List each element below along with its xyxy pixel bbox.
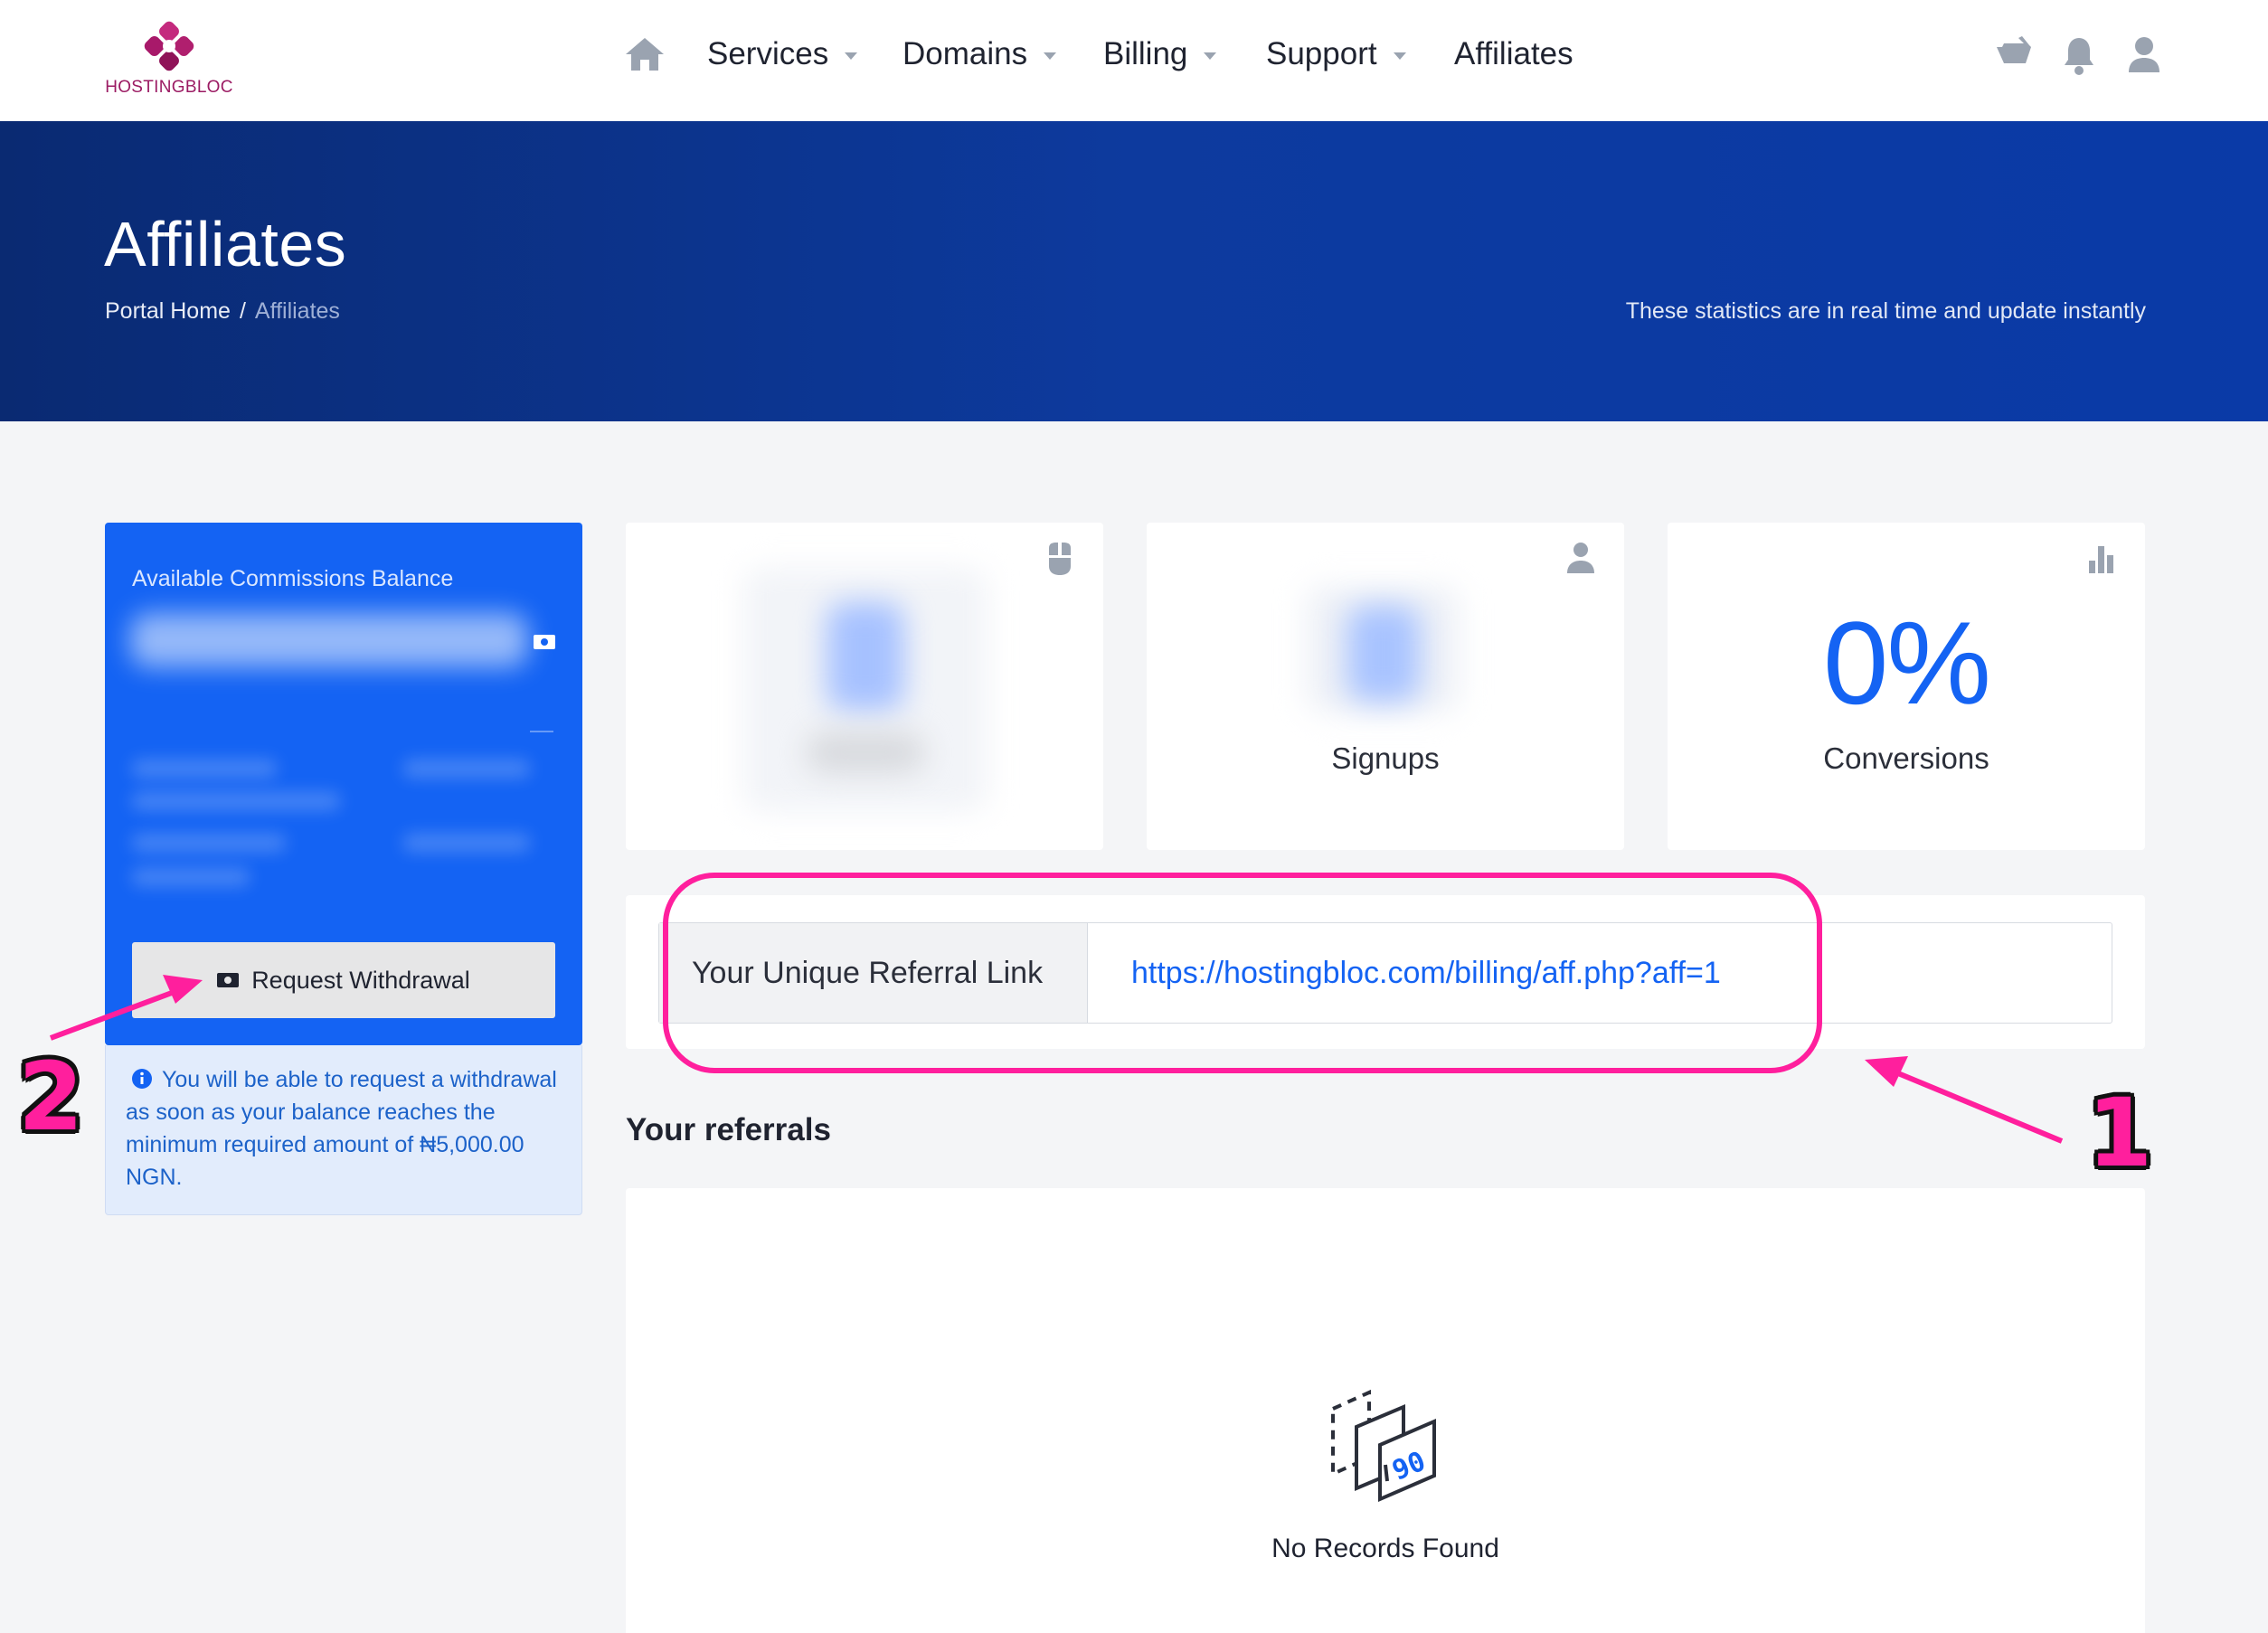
blurred-clicks-value xyxy=(827,602,904,711)
withdrawal-info-alert: You will be able to request a withdrawal… xyxy=(105,1045,582,1215)
chevron-down-icon xyxy=(1044,52,1057,60)
nav-billing-label: Billing xyxy=(1103,36,1188,71)
top-navbar: HOSTINGBLOC Services Domains Billing Sup… xyxy=(0,0,2268,121)
conversions-stat-card: 0% Conversions xyxy=(1668,523,2145,850)
nav-domains[interactable]: Domains xyxy=(902,33,1057,76)
clicks-stat-card xyxy=(626,523,1103,850)
chevron-down-icon xyxy=(1204,52,1217,60)
conversions-value: 0% xyxy=(1823,597,1991,729)
signups-stat-card: Signups xyxy=(1147,523,1624,850)
nav-support-label: Support xyxy=(1266,36,1377,71)
chevron-down-icon xyxy=(1393,52,1406,60)
breadcrumb-separator: / xyxy=(239,298,246,324)
blurred-signups-value xyxy=(1347,606,1420,702)
bell-icon[interactable] xyxy=(2062,34,2096,78)
request-withdrawal-label: Request Withdrawal xyxy=(251,966,470,994)
nav-services-label: Services xyxy=(707,36,829,71)
conversions-label: Conversions xyxy=(1823,741,1989,775)
blurred-stat-label xyxy=(132,834,286,852)
commission-balance-card: Available Commissions Balance Request Wi… xyxy=(105,523,582,1045)
page-title: Affiliates xyxy=(104,209,347,279)
referral-link-group: Your Unique Referral Link https://hostin… xyxy=(658,922,2112,1024)
breadcrumb-current: Affiliates xyxy=(254,298,340,324)
chevron-down-icon xyxy=(845,52,858,60)
referrals-panel: 90 No Records Found xyxy=(626,1188,2145,1633)
breadcrumb: Portal Home / Affiliates xyxy=(105,298,340,325)
info-icon xyxy=(132,1069,152,1089)
referral-link-card: Your Unique Referral Link https://hostin… xyxy=(626,895,2145,1049)
nav-services[interactable]: Services xyxy=(707,33,858,76)
home-icon[interactable] xyxy=(624,36,666,72)
bar-chart-icon xyxy=(2089,546,2113,573)
breadcrumb-home-link[interactable]: Portal Home xyxy=(105,298,231,324)
referral-link-label: Your Unique Referral Link xyxy=(659,923,1088,1023)
brand-name: HOSTINGBLOC xyxy=(105,78,233,97)
mouse-icon xyxy=(1049,543,1071,575)
callout-number-2: 2 xyxy=(18,1042,84,1152)
logo-mark-icon xyxy=(144,21,194,71)
callout-1-arrow xyxy=(1865,1056,2064,1144)
referral-link[interactable]: https://hostingbloc.com/billing/aff.php?… xyxy=(1088,923,2112,1023)
balance-label: Available Commissions Balance xyxy=(132,566,454,591)
nav-domains-label: Domains xyxy=(902,36,1028,71)
nav-billing[interactable]: Billing xyxy=(1103,33,1217,76)
nav-support[interactable]: Support xyxy=(1266,33,1406,76)
request-withdrawal-button[interactable]: Request Withdrawal xyxy=(132,942,555,1018)
blurred-clicks-label xyxy=(807,732,924,772)
hostingbloc-logo[interactable]: HOSTINGBLOC xyxy=(101,20,237,97)
cart-icon[interactable] xyxy=(1995,34,2033,78)
nav-affiliates-label: Affiliates xyxy=(1454,36,1573,71)
no-records-icon: 90 xyxy=(1331,1389,1436,1503)
blurred-stat-label xyxy=(132,868,250,886)
money-icon xyxy=(217,973,240,987)
user-icon xyxy=(1567,543,1594,573)
nav-affiliates[interactable]: Affiliates xyxy=(1454,33,1573,76)
signups-label: Signups xyxy=(1331,741,1440,775)
user-icon[interactable] xyxy=(2127,34,2161,78)
blurred-stat-value xyxy=(403,760,530,778)
blurred-stat-value xyxy=(403,834,530,852)
withdrawal-info-text: You will be able to request a withdrawal… xyxy=(126,1067,557,1190)
realtime-note: These statistics are in real time and up… xyxy=(1625,298,2146,324)
callout-number-1: 1 xyxy=(2087,1078,2153,1188)
money-icon xyxy=(534,635,555,649)
no-records-text: No Records Found xyxy=(1271,1534,1499,1563)
card-divider xyxy=(530,731,553,732)
page-header-banner: Affiliates Portal Home / Affiliates These … xyxy=(0,121,2268,421)
blurred-stat-label xyxy=(132,760,277,778)
blurred-stat-label xyxy=(132,792,340,810)
referrals-heading: Your referrals xyxy=(626,1112,831,1147)
blurred-balance-amount xyxy=(130,613,528,667)
